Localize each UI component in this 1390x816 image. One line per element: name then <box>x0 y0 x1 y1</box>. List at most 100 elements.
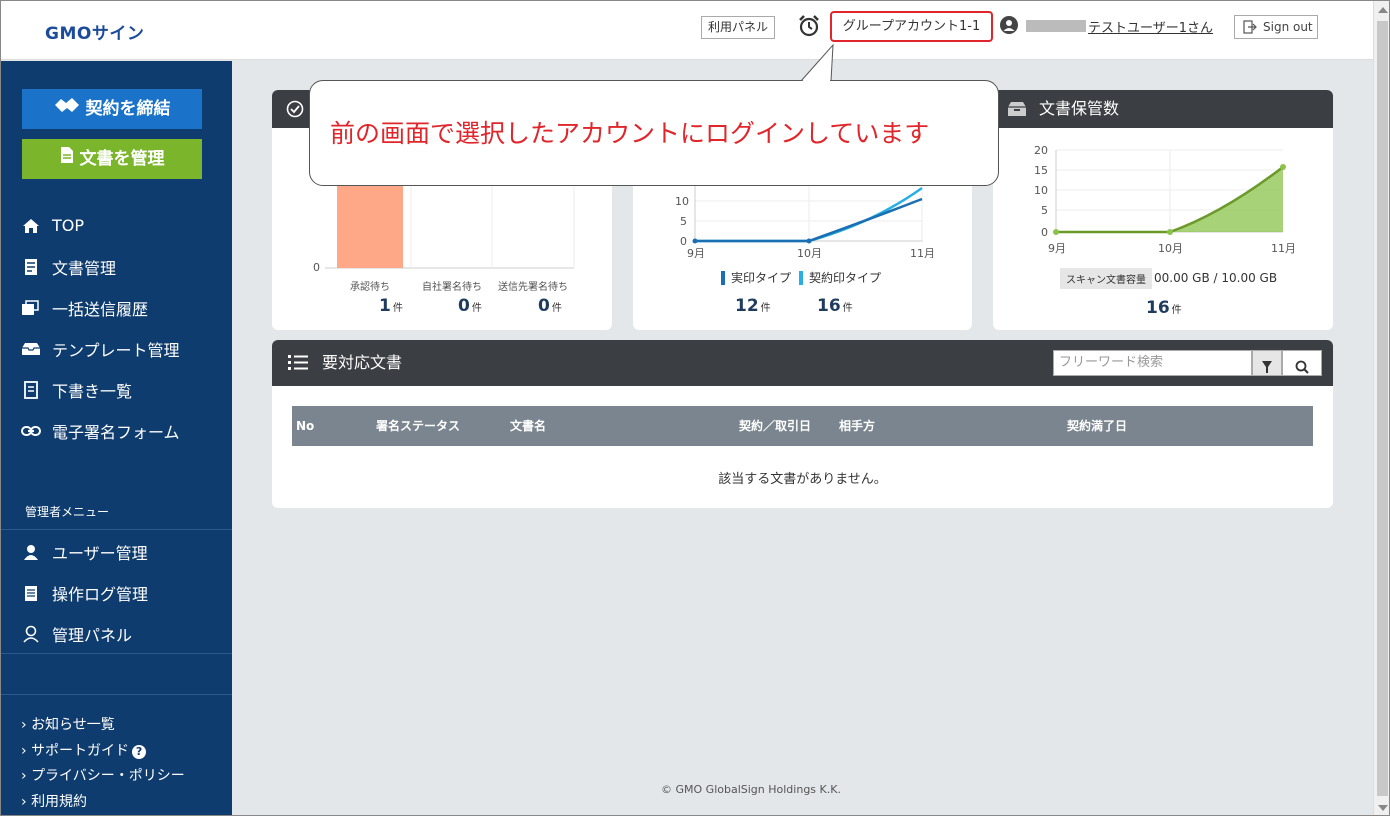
y-tick: 0 <box>313 261 320 274</box>
category-label: 送信先署名待ち <box>498 282 568 293</box>
link-icon <box>21 422 41 440</box>
legend-swatch <box>799 270 803 285</box>
divider <box>1 529 232 530</box>
count-keiyaku: 16 件 <box>817 296 853 316</box>
nav-item-users[interactable]: ユーザー管理 <box>1 531 232 572</box>
count-unit: 件 <box>1171 305 1182 316</box>
filter-icon <box>1262 361 1272 373</box>
pending-docs-card: 要対応文書 フリーワード検索 No 署名ステータス 文書名 契約／取引日 相手方… <box>272 340 1333 508</box>
data-point <box>806 238 812 244</box>
x-tick: 11月 <box>910 247 935 258</box>
storage-value: 00.00 GB / 10.00 GB <box>1154 271 1278 285</box>
legend-label: 契約印タイプ <box>809 271 882 285</box>
column-header[interactable]: 署名ステータス <box>376 406 460 446</box>
link-support-guide[interactable]: › サポートガイド? <box>21 739 185 765</box>
category-label: 自社署名待ち <box>422 282 482 293</box>
scroll-up-arrow-icon[interactable] <box>1378 7 1388 13</box>
count-unit: 件 <box>842 303 853 314</box>
count-unit: 件 <box>760 303 771 314</box>
count-recipient-signature: 0件 <box>538 296 562 316</box>
app-frame: GMOサイン 利用パネル グループアカウント1-1 テストユーザー1さん Sig… <box>0 0 1390 816</box>
copyright: © GMO GlobalSign Holdings K.K. <box>661 783 841 796</box>
nav-item-logs[interactable]: 操作ログ管理 <box>1 572 232 613</box>
scrollbar[interactable] <box>1373 1 1389 815</box>
nav-label: TOP <box>52 216 85 235</box>
legend-jitsuin: 実印タイプ <box>721 269 791 286</box>
pending-docs-title: 要対応文書 <box>322 353 403 372</box>
nav-item-bulk-send[interactable]: 一括送信履歴 <box>1 287 232 328</box>
count-unit: 件 <box>551 303 562 314</box>
nav-label: 操作ログ管理 <box>52 584 149 604</box>
scroll-thumb[interactable] <box>1377 21 1388 796</box>
nav-item-esign-form[interactable]: 電子署名フォーム <box>1 410 232 451</box>
link-label: 利用規約 <box>31 793 88 810</box>
scroll-down-arrow-icon[interactable] <box>1378 805 1388 811</box>
x-tick: 10月 <box>797 247 822 258</box>
nav-item-admin-panel[interactable]: 管理パネル <box>1 613 232 654</box>
y-tick: 0 <box>680 235 687 248</box>
count-jitsuin: 12 件 <box>735 296 771 316</box>
link-terms[interactable]: › 利用規約 <box>21 790 185 816</box>
link-label: プライバシー・ポリシー <box>31 768 185 784</box>
data-point <box>1053 229 1059 235</box>
column-header[interactable]: 相手方 <box>839 406 875 446</box>
y-tick: 5 <box>680 215 687 228</box>
column-header[interactable]: 文書名 <box>510 406 546 446</box>
y-tick: 5 <box>1041 204 1048 217</box>
link-label: サポートガイド <box>31 742 130 759</box>
storage-count: 16 件 <box>1146 298 1182 318</box>
column-header[interactable]: 契約満了日 <box>1067 406 1127 446</box>
filter-button[interactable] <box>1252 350 1282 376</box>
user-icon <box>21 543 41 561</box>
count-value: 1 <box>379 296 391 316</box>
nav-item-drafts[interactable]: 下書き一覧 <box>1 369 232 410</box>
link-news[interactable]: › お知らせ一覧 <box>21 713 185 739</box>
search-button[interactable] <box>1282 350 1322 376</box>
nav-item-templates[interactable]: テンプレート管理 <box>1 328 232 369</box>
count-value: 12 <box>735 296 759 316</box>
x-tick: 11月 <box>1271 242 1296 255</box>
keyword-search-input[interactable]: フリーワード検索 <box>1053 350 1252 376</box>
count-unit: 件 <box>392 303 403 314</box>
nav-item-top[interactable]: TOP <box>1 205 232 246</box>
count-value: 16 <box>817 296 841 316</box>
count-unit: 件 <box>471 303 482 314</box>
link-label: お知らせ一覧 <box>31 717 115 733</box>
y-tick: 0 <box>1041 226 1048 239</box>
list-icon <box>288 355 308 370</box>
count-pending-approval: 1件 <box>379 296 403 316</box>
main-nav: TOP 文書管理 一括送信履歴 テンプレート管理 下書き一覧 電子署名フォーム <box>1 205 232 451</box>
nav-label: 下書き一覧 <box>52 381 133 401</box>
nav-label: 管理パネル <box>52 625 133 645</box>
link-privacy-policy[interactable]: › プライバシー・ポリシー <box>21 764 185 790</box>
admin-panel-icon <box>21 625 41 643</box>
home-icon <box>21 217 41 235</box>
search-icon <box>1295 360 1309 374</box>
divider <box>1 694 232 695</box>
nav-label: 文書管理 <box>52 258 117 278</box>
column-header[interactable]: 契約／取引日 <box>739 406 811 446</box>
count-value: 0 <box>458 296 470 316</box>
x-tick: 9月 <box>687 247 705 258</box>
admin-nav: ユーザー管理 操作ログ管理 管理パネル <box>1 531 232 654</box>
data-point <box>692 238 698 244</box>
callout-tail-cover <box>802 47 832 82</box>
nav-label: 電子署名フォーム <box>52 422 180 442</box>
admin-menu-title: 管理者メニュー <box>25 505 110 519</box>
nav-item-documents[interactable]: 文書管理 <box>1 246 232 287</box>
divider <box>1 653 232 654</box>
x-tick: 9月 <box>1048 242 1066 255</box>
category-label: 承認待ち <box>350 282 390 293</box>
help-icon: ? <box>132 744 147 759</box>
nav-label: テンプレート管理 <box>52 340 180 360</box>
legend-label: 実印タイプ <box>731 271 792 285</box>
nav-label: 一括送信履歴 <box>52 299 149 319</box>
x-tick: 10月 <box>1158 242 1183 255</box>
count-own-signature: 0件 <box>458 296 482 316</box>
log-icon <box>21 584 41 602</box>
count-value: 0 <box>538 296 550 316</box>
empty-table-message: 該当する文書がありません。 <box>718 472 887 487</box>
sidebar-footer-links: › お知らせ一覧 › サポートガイド? › プライバシー・ポリシー › 利用規約 <box>21 713 185 815</box>
column-header[interactable]: No <box>296 406 314 446</box>
pending-docs-header: 要対応文書 フリーワード検索 <box>272 340 1333 386</box>
